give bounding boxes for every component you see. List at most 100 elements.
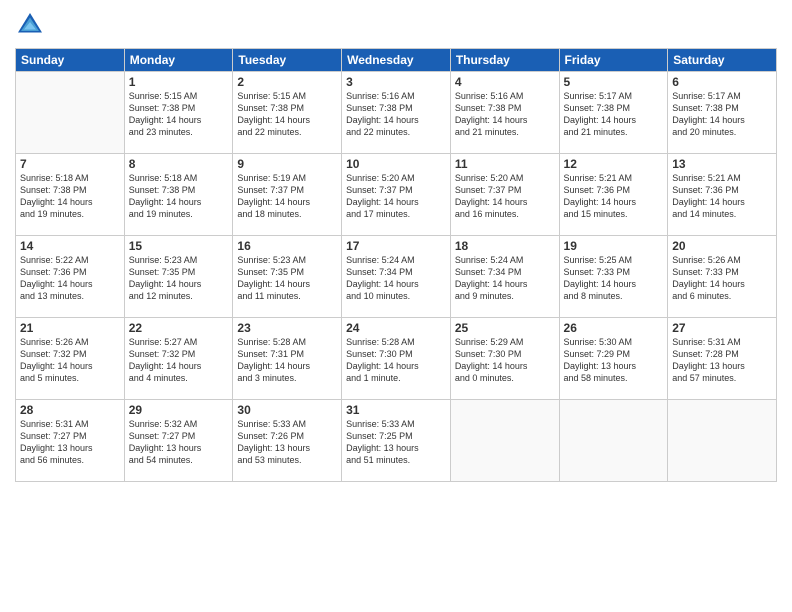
day-cell: 18Sunrise: 5:24 AM Sunset: 7:34 PM Dayli… (450, 236, 559, 318)
day-cell: 6Sunrise: 5:17 AM Sunset: 7:38 PM Daylig… (668, 72, 777, 154)
day-cell: 13Sunrise: 5:21 AM Sunset: 7:36 PM Dayli… (668, 154, 777, 236)
header-saturday: Saturday (668, 49, 777, 72)
day-number: 30 (237, 403, 337, 417)
day-info: Sunrise: 5:17 AM Sunset: 7:38 PM Dayligh… (564, 90, 664, 139)
day-info: Sunrise: 5:23 AM Sunset: 7:35 PM Dayligh… (129, 254, 229, 303)
calendar-table: SundayMondayTuesdayWednesdayThursdayFrid… (15, 48, 777, 482)
day-number: 10 (346, 157, 446, 171)
day-number: 7 (20, 157, 120, 171)
day-number: 15 (129, 239, 229, 253)
day-cell: 8Sunrise: 5:18 AM Sunset: 7:38 PM Daylig… (124, 154, 233, 236)
day-number: 17 (346, 239, 446, 253)
day-cell (559, 400, 668, 482)
logo (15, 10, 49, 40)
day-info: Sunrise: 5:15 AM Sunset: 7:38 PM Dayligh… (237, 90, 337, 139)
day-info: Sunrise: 5:21 AM Sunset: 7:36 PM Dayligh… (564, 172, 664, 221)
header (15, 10, 777, 40)
day-cell: 2Sunrise: 5:15 AM Sunset: 7:38 PM Daylig… (233, 72, 342, 154)
header-friday: Friday (559, 49, 668, 72)
day-number: 26 (564, 321, 664, 335)
day-info: Sunrise: 5:16 AM Sunset: 7:38 PM Dayligh… (455, 90, 555, 139)
day-info: Sunrise: 5:21 AM Sunset: 7:36 PM Dayligh… (672, 172, 772, 221)
day-cell: 1Sunrise: 5:15 AM Sunset: 7:38 PM Daylig… (124, 72, 233, 154)
day-number: 31 (346, 403, 446, 417)
day-info: Sunrise: 5:20 AM Sunset: 7:37 PM Dayligh… (346, 172, 446, 221)
header-thursday: Thursday (450, 49, 559, 72)
day-number: 3 (346, 75, 446, 89)
day-number: 9 (237, 157, 337, 171)
day-info: Sunrise: 5:22 AM Sunset: 7:36 PM Dayligh… (20, 254, 120, 303)
day-cell: 4Sunrise: 5:16 AM Sunset: 7:38 PM Daylig… (450, 72, 559, 154)
day-number: 25 (455, 321, 555, 335)
day-cell: 27Sunrise: 5:31 AM Sunset: 7:28 PM Dayli… (668, 318, 777, 400)
day-cell: 3Sunrise: 5:16 AM Sunset: 7:38 PM Daylig… (342, 72, 451, 154)
week-row-2: 14Sunrise: 5:22 AM Sunset: 7:36 PM Dayli… (16, 236, 777, 318)
day-info: Sunrise: 5:24 AM Sunset: 7:34 PM Dayligh… (455, 254, 555, 303)
day-number: 12 (564, 157, 664, 171)
day-cell: 19Sunrise: 5:25 AM Sunset: 7:33 PM Dayli… (559, 236, 668, 318)
day-number: 8 (129, 157, 229, 171)
day-cell: 20Sunrise: 5:26 AM Sunset: 7:33 PM Dayli… (668, 236, 777, 318)
day-cell: 7Sunrise: 5:18 AM Sunset: 7:38 PM Daylig… (16, 154, 125, 236)
day-info: Sunrise: 5:33 AM Sunset: 7:26 PM Dayligh… (237, 418, 337, 467)
day-info: Sunrise: 5:19 AM Sunset: 7:37 PM Dayligh… (237, 172, 337, 221)
day-number: 23 (237, 321, 337, 335)
day-info: Sunrise: 5:27 AM Sunset: 7:32 PM Dayligh… (129, 336, 229, 385)
day-number: 13 (672, 157, 772, 171)
day-cell: 16Sunrise: 5:23 AM Sunset: 7:35 PM Dayli… (233, 236, 342, 318)
day-cell: 21Sunrise: 5:26 AM Sunset: 7:32 PM Dayli… (16, 318, 125, 400)
day-info: Sunrise: 5:16 AM Sunset: 7:38 PM Dayligh… (346, 90, 446, 139)
day-number: 2 (237, 75, 337, 89)
day-cell: 22Sunrise: 5:27 AM Sunset: 7:32 PM Dayli… (124, 318, 233, 400)
day-number: 29 (129, 403, 229, 417)
day-number: 20 (672, 239, 772, 253)
week-row-1: 7Sunrise: 5:18 AM Sunset: 7:38 PM Daylig… (16, 154, 777, 236)
day-info: Sunrise: 5:28 AM Sunset: 7:31 PM Dayligh… (237, 336, 337, 385)
day-info: Sunrise: 5:18 AM Sunset: 7:38 PM Dayligh… (129, 172, 229, 221)
day-cell (16, 72, 125, 154)
day-info: Sunrise: 5:26 AM Sunset: 7:33 PM Dayligh… (672, 254, 772, 303)
day-cell: 14Sunrise: 5:22 AM Sunset: 7:36 PM Dayli… (16, 236, 125, 318)
day-cell: 25Sunrise: 5:29 AM Sunset: 7:30 PM Dayli… (450, 318, 559, 400)
day-cell: 17Sunrise: 5:24 AM Sunset: 7:34 PM Dayli… (342, 236, 451, 318)
day-number: 16 (237, 239, 337, 253)
day-number: 6 (672, 75, 772, 89)
day-number: 27 (672, 321, 772, 335)
day-cell (668, 400, 777, 482)
day-info: Sunrise: 5:18 AM Sunset: 7:38 PM Dayligh… (20, 172, 120, 221)
week-row-3: 21Sunrise: 5:26 AM Sunset: 7:32 PM Dayli… (16, 318, 777, 400)
day-number: 24 (346, 321, 446, 335)
day-number: 14 (20, 239, 120, 253)
day-number: 19 (564, 239, 664, 253)
day-cell (450, 400, 559, 482)
header-monday: Monday (124, 49, 233, 72)
day-number: 4 (455, 75, 555, 89)
day-number: 18 (455, 239, 555, 253)
day-info: Sunrise: 5:15 AM Sunset: 7:38 PM Dayligh… (129, 90, 229, 139)
day-info: Sunrise: 5:28 AM Sunset: 7:30 PM Dayligh… (346, 336, 446, 385)
day-info: Sunrise: 5:24 AM Sunset: 7:34 PM Dayligh… (346, 254, 446, 303)
day-cell: 10Sunrise: 5:20 AM Sunset: 7:37 PM Dayli… (342, 154, 451, 236)
day-info: Sunrise: 5:30 AM Sunset: 7:29 PM Dayligh… (564, 336, 664, 385)
day-number: 11 (455, 157, 555, 171)
day-cell: 11Sunrise: 5:20 AM Sunset: 7:37 PM Dayli… (450, 154, 559, 236)
day-info: Sunrise: 5:29 AM Sunset: 7:30 PM Dayligh… (455, 336, 555, 385)
day-cell: 23Sunrise: 5:28 AM Sunset: 7:31 PM Dayli… (233, 318, 342, 400)
day-cell: 30Sunrise: 5:33 AM Sunset: 7:26 PM Dayli… (233, 400, 342, 482)
day-cell: 12Sunrise: 5:21 AM Sunset: 7:36 PM Dayli… (559, 154, 668, 236)
day-cell: 5Sunrise: 5:17 AM Sunset: 7:38 PM Daylig… (559, 72, 668, 154)
day-info: Sunrise: 5:26 AM Sunset: 7:32 PM Dayligh… (20, 336, 120, 385)
day-cell: 24Sunrise: 5:28 AM Sunset: 7:30 PM Dayli… (342, 318, 451, 400)
day-info: Sunrise: 5:17 AM Sunset: 7:38 PM Dayligh… (672, 90, 772, 139)
day-info: Sunrise: 5:32 AM Sunset: 7:27 PM Dayligh… (129, 418, 229, 467)
day-number: 1 (129, 75, 229, 89)
day-number: 22 (129, 321, 229, 335)
day-number: 28 (20, 403, 120, 417)
day-info: Sunrise: 5:33 AM Sunset: 7:25 PM Dayligh… (346, 418, 446, 467)
logo-icon (15, 10, 45, 40)
day-info: Sunrise: 5:31 AM Sunset: 7:28 PM Dayligh… (672, 336, 772, 385)
day-number: 5 (564, 75, 664, 89)
day-info: Sunrise: 5:20 AM Sunset: 7:37 PM Dayligh… (455, 172, 555, 221)
header-tuesday: Tuesday (233, 49, 342, 72)
day-cell: 15Sunrise: 5:23 AM Sunset: 7:35 PM Dayli… (124, 236, 233, 318)
